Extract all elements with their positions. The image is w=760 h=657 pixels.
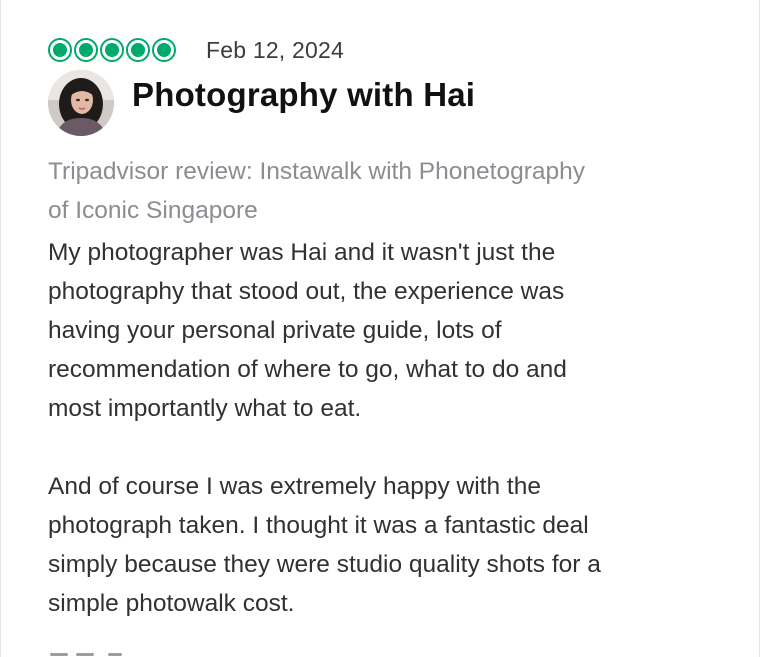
avatar-photo (48, 70, 114, 136)
body-line: recommendation of where to go, what to d… (48, 356, 567, 383)
rating-row: Feb 12, 2024 (48, 36, 344, 64)
review-body: My photographer was Hai and it wasn't ju… (48, 233, 738, 623)
body-line: photography that stood out, the experien… (48, 278, 565, 305)
rating-bubble-icon (152, 38, 176, 62)
rating-bubble-icon (100, 38, 124, 62)
rating-bubble-icon (74, 38, 98, 62)
body-line: simple photowalk cost. (48, 590, 295, 617)
subtitle-line: of Iconic Singapore (48, 197, 258, 224)
avatar[interactable] (48, 70, 114, 136)
review-card: Feb 12, 2024 Photography with Hai Tripad… (0, 0, 760, 657)
subtitle-line: Tripadvisor review: Instawalk with Phone… (48, 158, 585, 185)
author-row: Photography with Hai (48, 70, 475, 136)
body-line: most importantly what to eat. (48, 395, 362, 422)
body-line: My photographer was Hai and it wasn't ju… (48, 239, 556, 266)
rating-bubble-icon (48, 38, 72, 62)
review-paragraph: My photographer was Hai and it wasn't ju… (48, 233, 738, 428)
review-date: Feb 12, 2024 (206, 36, 344, 63)
body-line: And of course I was extremely happy with… (48, 473, 541, 500)
body-line: photograph taken. I thought it was a fan… (48, 512, 589, 539)
review-paragraph: And of course I was extremely happy with… (48, 467, 738, 623)
rating-bubble-icon (126, 38, 150, 62)
review-title[interactable]: Photography with Hai (132, 76, 475, 114)
bubble-rating (48, 38, 176, 62)
cut-off-text-fragment (48, 648, 158, 657)
body-line: having your personal private guide, lots… (48, 317, 502, 344)
review-subtitle: Tripadvisor review: Instawalk with Phone… (48, 152, 708, 230)
body-line: simply because they were studio quality … (48, 551, 601, 578)
